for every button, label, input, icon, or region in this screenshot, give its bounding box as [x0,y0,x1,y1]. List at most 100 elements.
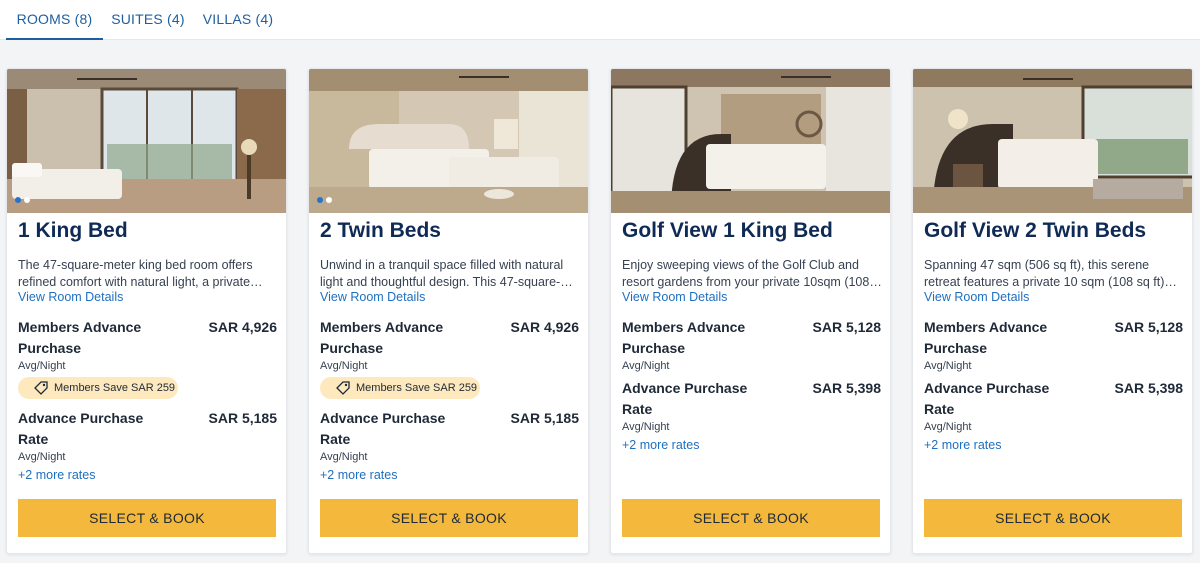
carousel-dot[interactable] [326,197,332,203]
room-title: 2 Twin Beds [320,219,441,242]
room-description: The 47-square-meter king bed room offers… [18,257,278,291]
members-save-text: Members Save SAR 259 [356,382,478,394]
rate-members-advance: Members Advance Purchase SAR 4,926 Avg/N… [18,317,277,374]
rate-members-advance: Members Advance Purchase SAR 5,128 Avg/N… [622,317,881,374]
rate-price: SAR 5,398 [1114,380,1183,396]
avg-night-label: Avg/Night [622,421,670,433]
more-rates-link[interactable]: +2 more rates [320,468,397,482]
room-photo[interactable] [309,69,588,213]
room-photo[interactable] [913,69,1192,213]
rate-price: SAR 5,185 [208,410,277,426]
avg-night-label: Avg/Night [18,451,66,463]
members-save-badge: Members Save SAR 259 [18,377,178,399]
more-rates-link[interactable]: +2 more rates [622,438,699,452]
rate-name-line: Advance Purchase [18,410,144,426]
avg-night-label: Avg/Night [924,421,972,433]
room-description-line: The 47-square-meter king bed room offers [18,258,253,272]
rate-price: SAR 5,128 [1114,319,1183,335]
carousel-dots [15,197,30,203]
tag-icon [34,381,48,395]
carousel-dot[interactable] [317,197,323,203]
select-and-book-button[interactable]: SELECT & BOOK [622,499,880,537]
room-photo[interactable] [7,69,286,213]
rate-price: SAR 4,926 [510,319,579,335]
room-photo-image [309,69,588,213]
room-description-line: Unwind in a tranquil space filled with n… [320,258,564,272]
room-description-line: retreat features a private 10 sqm (108 s… [924,275,1177,289]
rate-advance-purchase: Advance Purchase Rate SAR 5,398 Avg/Nigh… [622,378,881,435]
rate-name-line: Purchase [622,340,686,356]
room-description-line: Enjoy sweeping views of the Golf Club an… [622,258,859,272]
room-title: 1 King Bed [18,219,128,242]
tag-icon [336,381,350,395]
rate-name-line: Advance Purchase [622,380,748,396]
room-photo-image [7,69,286,213]
carousel-dot[interactable] [15,197,21,203]
rate-name: Advance Purchase Rate [622,378,782,420]
room-photo-image [913,69,1192,213]
select-and-book-button[interactable]: SELECT & BOOK [924,499,1182,537]
rate-name-line: Purchase [320,340,384,356]
room-description: Enjoy sweeping views of the Golf Club an… [622,257,882,291]
members-save-badge: Members Save SAR 259 [320,377,480,399]
rate-name-line: Rate [18,431,49,447]
room-card-golf-view-king: Golf View 1 King Bed Enjoy sweeping view… [610,68,891,554]
rate-name-line: Purchase [924,340,988,356]
rate-name-line: Members Advance [622,319,746,335]
rate-name-line: Members Advance [320,319,444,335]
room-title: Golf View 1 King Bed [622,219,833,242]
rate-name: Members Advance Purchase [924,317,1084,359]
rate-name: Advance Purchase Rate [924,378,1084,420]
rate-advance-purchase: Advance Purchase Rate SAR 5,185 Avg/Nigh… [320,408,579,465]
room-card-king-bed: 1 King Bed The 47-square-meter king bed … [6,68,287,554]
select-and-book-button[interactable]: SELECT & BOOK [320,499,578,537]
tab-rooms[interactable]: ROOMS (8) [6,0,103,40]
avg-night-label: Avg/Night [924,360,972,372]
view-room-details-link[interactable]: View Room Details [18,290,123,304]
rate-name: Members Advance Purchase [622,317,782,359]
members-save-text: Members Save SAR 259 [54,382,176,394]
rate-name-line: Purchase [18,340,82,356]
rate-name-line: Members Advance [924,319,1048,335]
view-room-details-link[interactable]: View Room Details [924,290,1029,304]
room-description-line: Spanning 47 sqm (506 sq ft), this serene [924,258,1150,272]
more-rates-link[interactable]: +2 more rates [924,438,1001,452]
tab-suites[interactable]: SUITES (4) [111,0,185,40]
rate-price: SAR 4,926 [208,319,277,335]
rate-name-line: Rate [320,431,351,447]
more-rates-link[interactable]: +2 more rates [18,468,95,482]
rate-name-line: Advance Purchase [320,410,446,426]
carousel-dots [317,197,332,203]
rate-advance-purchase: Advance Purchase Rate SAR 5,398 Avg/Nigh… [924,378,1183,435]
rate-members-advance: Members Advance Purchase SAR 5,128 Avg/N… [924,317,1183,374]
room-photo-image [611,69,890,213]
view-room-details-link[interactable]: View Room Details [320,290,425,304]
room-description-line: resort gardens from your private 10sqm (… [622,275,882,289]
select-and-book-button[interactable]: SELECT & BOOK [18,499,276,537]
room-title: Golf View 2 Twin Beds [924,219,1147,242]
rate-price: SAR 5,398 [812,380,881,396]
room-photo[interactable] [611,69,890,213]
room-card-twin-beds: 2 Twin Beds Unwind in a tranquil space f… [308,68,589,554]
rate-name-line: Members Advance [18,319,142,335]
rate-name: Members Advance Purchase [320,317,480,359]
tab-villas[interactable]: VILLAS (4) [200,0,276,40]
rate-price: SAR 5,185 [510,410,579,426]
rate-name-line: Rate [924,401,955,417]
rate-name-line: Rate [622,401,653,417]
room-card-golf-view-twin: Golf View 2 Twin Beds Spanning 47 sqm (5… [912,68,1193,554]
rate-name-line: Advance Purchase [924,380,1050,396]
rate-name: Advance Purchase Rate [18,408,178,450]
avg-night-label: Avg/Night [320,451,368,463]
carousel-dot[interactable] [24,197,30,203]
avg-night-label: Avg/Night [18,360,66,372]
rate-name: Advance Purchase Rate [320,408,480,450]
rate-members-advance: Members Advance Purchase SAR 4,926 Avg/N… [320,317,579,374]
avg-night-label: Avg/Night [320,360,368,372]
view-room-details-link[interactable]: View Room Details [622,290,727,304]
room-type-tabs: ROOMS (8) SUITES (4) VILLAS (4) [0,0,1200,40]
room-description: Spanning 47 sqm (506 sq ft), this serene… [924,257,1184,291]
rate-price: SAR 5,128 [812,319,881,335]
rate-name: Members Advance Purchase [18,317,178,359]
avg-night-label: Avg/Night [622,360,670,372]
